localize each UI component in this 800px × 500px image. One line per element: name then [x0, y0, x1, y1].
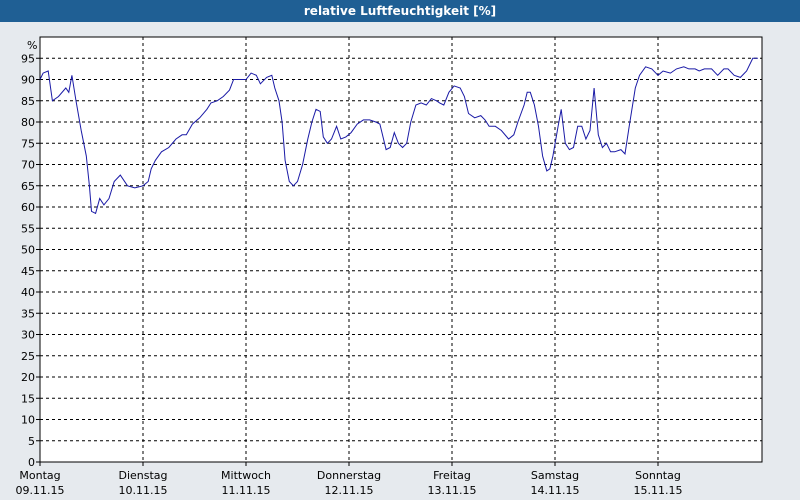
humidity-chart: 0 5 10 15 20 25 30 35 40 45 50 55 60 65 70 75 80 85 90 95 %…	[16, 36, 763, 497]
grid	[40, 37, 762, 462]
x-tick-day: Mittwoch	[221, 469, 271, 482]
x-tick-day: Montag	[19, 469, 60, 482]
chart-title: relative Luftfeuchtigkeit [%]	[0, 0, 800, 22]
y-tick-label: 95	[21, 52, 35, 65]
y-tick-label: 20	[21, 371, 35, 384]
x-tick-day: Samstag	[531, 469, 579, 482]
x-tick-date: 13.11.15	[428, 484, 477, 497]
y-tick-label: 85	[21, 95, 35, 108]
x-tick-day: Donnerstag	[317, 469, 381, 482]
x-tick-day: Sonntag	[635, 469, 681, 482]
y-tick-label: 5	[28, 435, 35, 448]
y-tick-label: 75	[21, 137, 35, 150]
y-tick-label: 70	[21, 159, 35, 172]
x-tick-date: 10.11.15	[119, 484, 168, 497]
y-unit-label: %	[27, 39, 37, 52]
y-tick-label: 15	[21, 392, 35, 405]
y-tick-label: 90	[21, 74, 35, 87]
x-tick-date: 15.11.15	[634, 484, 683, 497]
x-tick-day: Freitag	[433, 469, 471, 482]
x-tick-day: Dienstag	[118, 469, 167, 482]
y-tick-label: 80	[21, 116, 35, 129]
y-tick-label: 50	[21, 244, 35, 257]
y-tick-label: 60	[21, 201, 35, 214]
y-tick-label: 55	[21, 222, 35, 235]
x-tick-date: 12.11.15	[325, 484, 374, 497]
x-tick-date: 11.11.15	[222, 484, 271, 497]
y-tick-label: 65	[21, 180, 35, 193]
x-axis: Montag 09.11.15 Dienstag 10.11.15 Mittwoch 11…	[16, 462, 683, 497]
y-tick-label: 25	[21, 350, 35, 363]
y-tick-label: 0	[28, 456, 35, 469]
y-tick-label: 35	[21, 307, 35, 320]
y-tick-label: 30	[21, 329, 35, 342]
y-tick-label: 40	[21, 286, 35, 299]
y-tick-label: 10	[21, 414, 35, 427]
x-tick-date: 14.11.15	[531, 484, 580, 497]
y-tick-label: 45	[21, 265, 35, 278]
y-axis: 0 5 10 15 20 25 30 35 40 45 50 55 60 65 70 75 80 85 90 95	[21, 52, 40, 469]
x-tick-date: 09.11.15	[16, 484, 65, 497]
